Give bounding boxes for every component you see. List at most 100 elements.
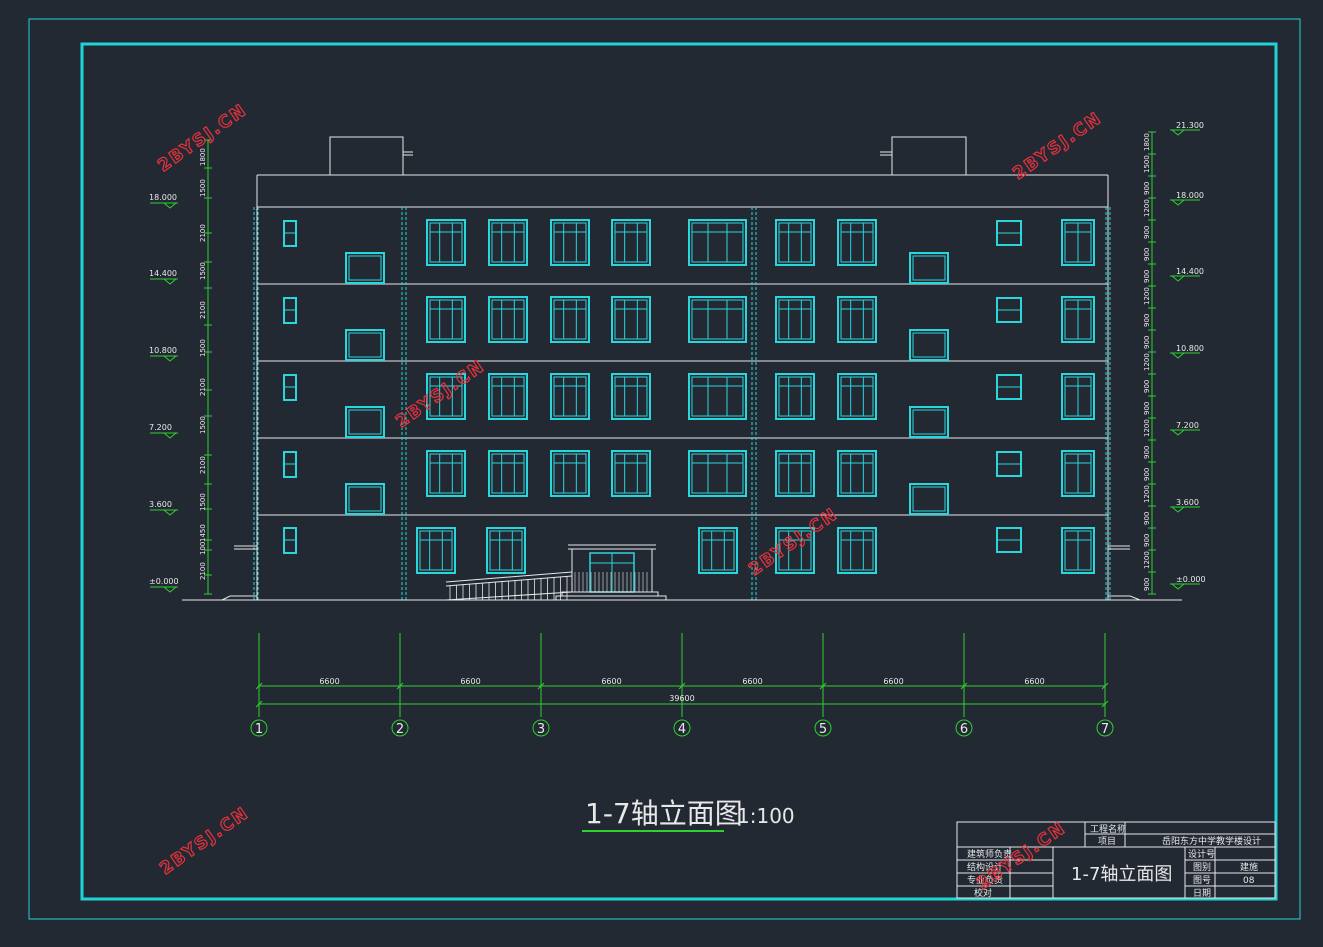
watermark-text: 2BYSJ.CN (392, 356, 489, 432)
window-inner-frame (553, 222, 587, 263)
left-dim-label: 2100 (199, 224, 207, 242)
window-inner-frame (553, 299, 587, 340)
window-inner-frame (778, 453, 812, 494)
window-inner-frame (614, 299, 648, 340)
span-dim-label: 6600 (460, 677, 480, 686)
right-elevation-label: 3.600 (1176, 498, 1199, 507)
window (775, 296, 815, 343)
title-block-project-label: 工程名称 (1090, 823, 1126, 835)
watermark-text: 2BYSJ.CN (1009, 108, 1106, 184)
window (688, 296, 747, 343)
left-dim-label: 1500 (199, 493, 207, 511)
window (550, 373, 590, 420)
window (775, 373, 815, 420)
window (611, 296, 651, 343)
right-elevation-label: ±0.000 (1176, 575, 1206, 584)
right-elevation-label: 21.300 (1176, 121, 1204, 130)
dimension-lines: 18.00014.40010.8007.2003.600±0.000180015… (149, 121, 1206, 737)
span-dim-label: 6600 (883, 677, 903, 686)
window-frame (611, 450, 651, 497)
window-inner-frame (489, 530, 523, 571)
title-block-label-date: 日期 (1193, 888, 1211, 899)
window-inner-frame (429, 222, 463, 263)
plinth (1107, 592, 1141, 601)
watermark-logo: 2BYSJ.CN (745, 504, 843, 581)
right-elevation-mark (1171, 506, 1185, 513)
right-elevation-mark (1171, 583, 1185, 590)
window-frame (611, 296, 651, 343)
right-dim-label: 1800 (1143, 133, 1151, 151)
axis-label: 7 (1101, 722, 1109, 737)
window-frame (488, 296, 528, 343)
window-inner-frame (491, 299, 525, 340)
left-elevation-mark (163, 586, 177, 593)
right-elevation-label: 18.000 (1176, 191, 1204, 200)
outer-frame (28, 18, 1301, 920)
right-dim-label: 900 (1143, 578, 1151, 591)
window (688, 450, 747, 497)
window-frame (775, 373, 815, 420)
right-dim-label: 900 (1143, 248, 1151, 261)
window-frame (488, 450, 528, 497)
left-elevation-label: 10.800 (149, 346, 177, 355)
right-elevation-mark (1171, 352, 1185, 359)
window-inner-frame (691, 222, 744, 263)
window-inner-frame (840, 530, 874, 571)
window-frame (909, 406, 949, 438)
stair-window (345, 483, 385, 515)
title-block-label-sheet-no: 图号 (1193, 875, 1211, 886)
window-inner-frame (614, 453, 648, 494)
window-inner-frame (840, 222, 874, 263)
drawing-scale: 1:100 (737, 804, 795, 828)
window (688, 373, 747, 420)
title-block-project-name: 岳阳东方中学教学楼设计 (1162, 835, 1261, 847)
window-frame (775, 219, 815, 266)
axis-label: 4 (678, 722, 686, 737)
right-dim-label: 1200 (1143, 287, 1151, 305)
right-elevation-mark (1171, 199, 1185, 206)
right-dim-label: 900 (1143, 512, 1151, 525)
span-dim-label: 6600 (1024, 677, 1044, 686)
window-frame (688, 373, 747, 420)
stair-window (909, 329, 949, 361)
window (426, 450, 466, 497)
right-dim-label: 900 (1143, 534, 1151, 547)
window-inner-frame (429, 453, 463, 494)
left-elevation-label: 3.600 (149, 500, 172, 509)
axis-label: 5 (819, 722, 827, 737)
axis-label: 1 (255, 722, 263, 737)
right-elevation-mark (1171, 429, 1185, 436)
window-frame (698, 527, 738, 574)
window-inner-frame (912, 409, 946, 435)
window-inner-frame (840, 376, 874, 417)
left-dim-label: 1500 (199, 179, 207, 197)
window-frame (550, 219, 590, 266)
right-dim-label: 1200 (1143, 199, 1151, 217)
right-dim-label: 900 (1143, 314, 1151, 327)
window-inner-frame (691, 453, 744, 494)
window-frame (550, 450, 590, 497)
left-elevation-mark (163, 355, 177, 362)
window-inner-frame (348, 255, 382, 281)
window-inner-frame (840, 453, 874, 494)
left-elevation-label: ±0.000 (149, 577, 179, 586)
right-dim-label: 900 (1143, 336, 1151, 349)
window-inner-frame (614, 222, 648, 263)
window (837, 527, 877, 574)
right-dim-label: 1200 (1143, 485, 1151, 503)
accessible-ramp (445, 571, 573, 601)
window-frame (909, 483, 949, 515)
right-elevation-mark (1171, 129, 1185, 136)
roof-stair-tower (891, 136, 967, 175)
roof-stair-tower (329, 136, 404, 175)
window-inner-frame (348, 409, 382, 435)
left-dim-label: 2100 (199, 301, 207, 319)
stair-window (909, 406, 949, 438)
window (426, 219, 466, 266)
window (1061, 296, 1095, 343)
window-frame (550, 296, 590, 343)
window-inner-frame (419, 530, 453, 571)
window (688, 219, 747, 266)
window-frame (837, 219, 877, 266)
window-inner-frame (491, 453, 525, 494)
